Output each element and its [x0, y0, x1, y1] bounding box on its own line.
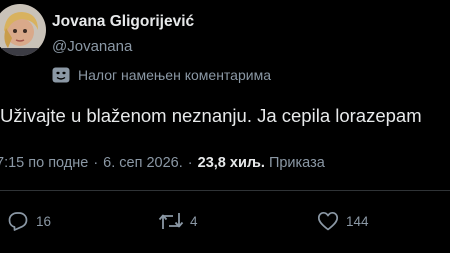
repost-button[interactable]: 4: [158, 206, 198, 236]
avatar[interactable]: [0, 4, 46, 56]
reply-button[interactable]: 16: [6, 206, 51, 236]
tweet-actions: 16 4 144: [0, 206, 450, 236]
tweet-text: Uživajte u blaženom neznanju. Ja cepila …: [0, 105, 422, 126]
tweet-date[interactable]: 6. сеп 2026.: [103, 155, 183, 171]
like-button[interactable]: 144: [316, 206, 369, 236]
theater-mask-icon: [52, 67, 70, 83]
account-label: Налог намењен коментарима: [52, 66, 271, 84]
meta-separator: ·: [187, 155, 193, 171]
avatar-photo: [0, 4, 46, 56]
repost-icon: [158, 213, 184, 229]
tweet-meta: 7:15 по подне · 6. сеп 2026. · 23,8 хиљ.…: [0, 153, 325, 173]
author-display-name[interactable]: Jovana Gligorijević: [52, 13, 194, 31]
reply-icon: [8, 212, 28, 231]
heart-icon: [317, 211, 339, 231]
author-handle[interactable]: @Jovanana: [52, 38, 132, 55]
tweet-header: Jovana Gligorijević @Jovanana Налог наме…: [0, 0, 450, 92]
tweet-time[interactable]: 7:15 по подне: [0, 155, 88, 171]
views-label: Приказа: [268, 155, 325, 171]
account-label-text: Налог намењен коментарима: [78, 67, 271, 83]
views-count: 23,8 хиљ.: [197, 155, 265, 171]
meta-separator: ·: [93, 155, 99, 171]
reply-count: 16: [36, 213, 52, 229]
repost-count: 4: [190, 213, 198, 229]
like-count: 144: [346, 213, 369, 229]
divider: [0, 190, 450, 191]
